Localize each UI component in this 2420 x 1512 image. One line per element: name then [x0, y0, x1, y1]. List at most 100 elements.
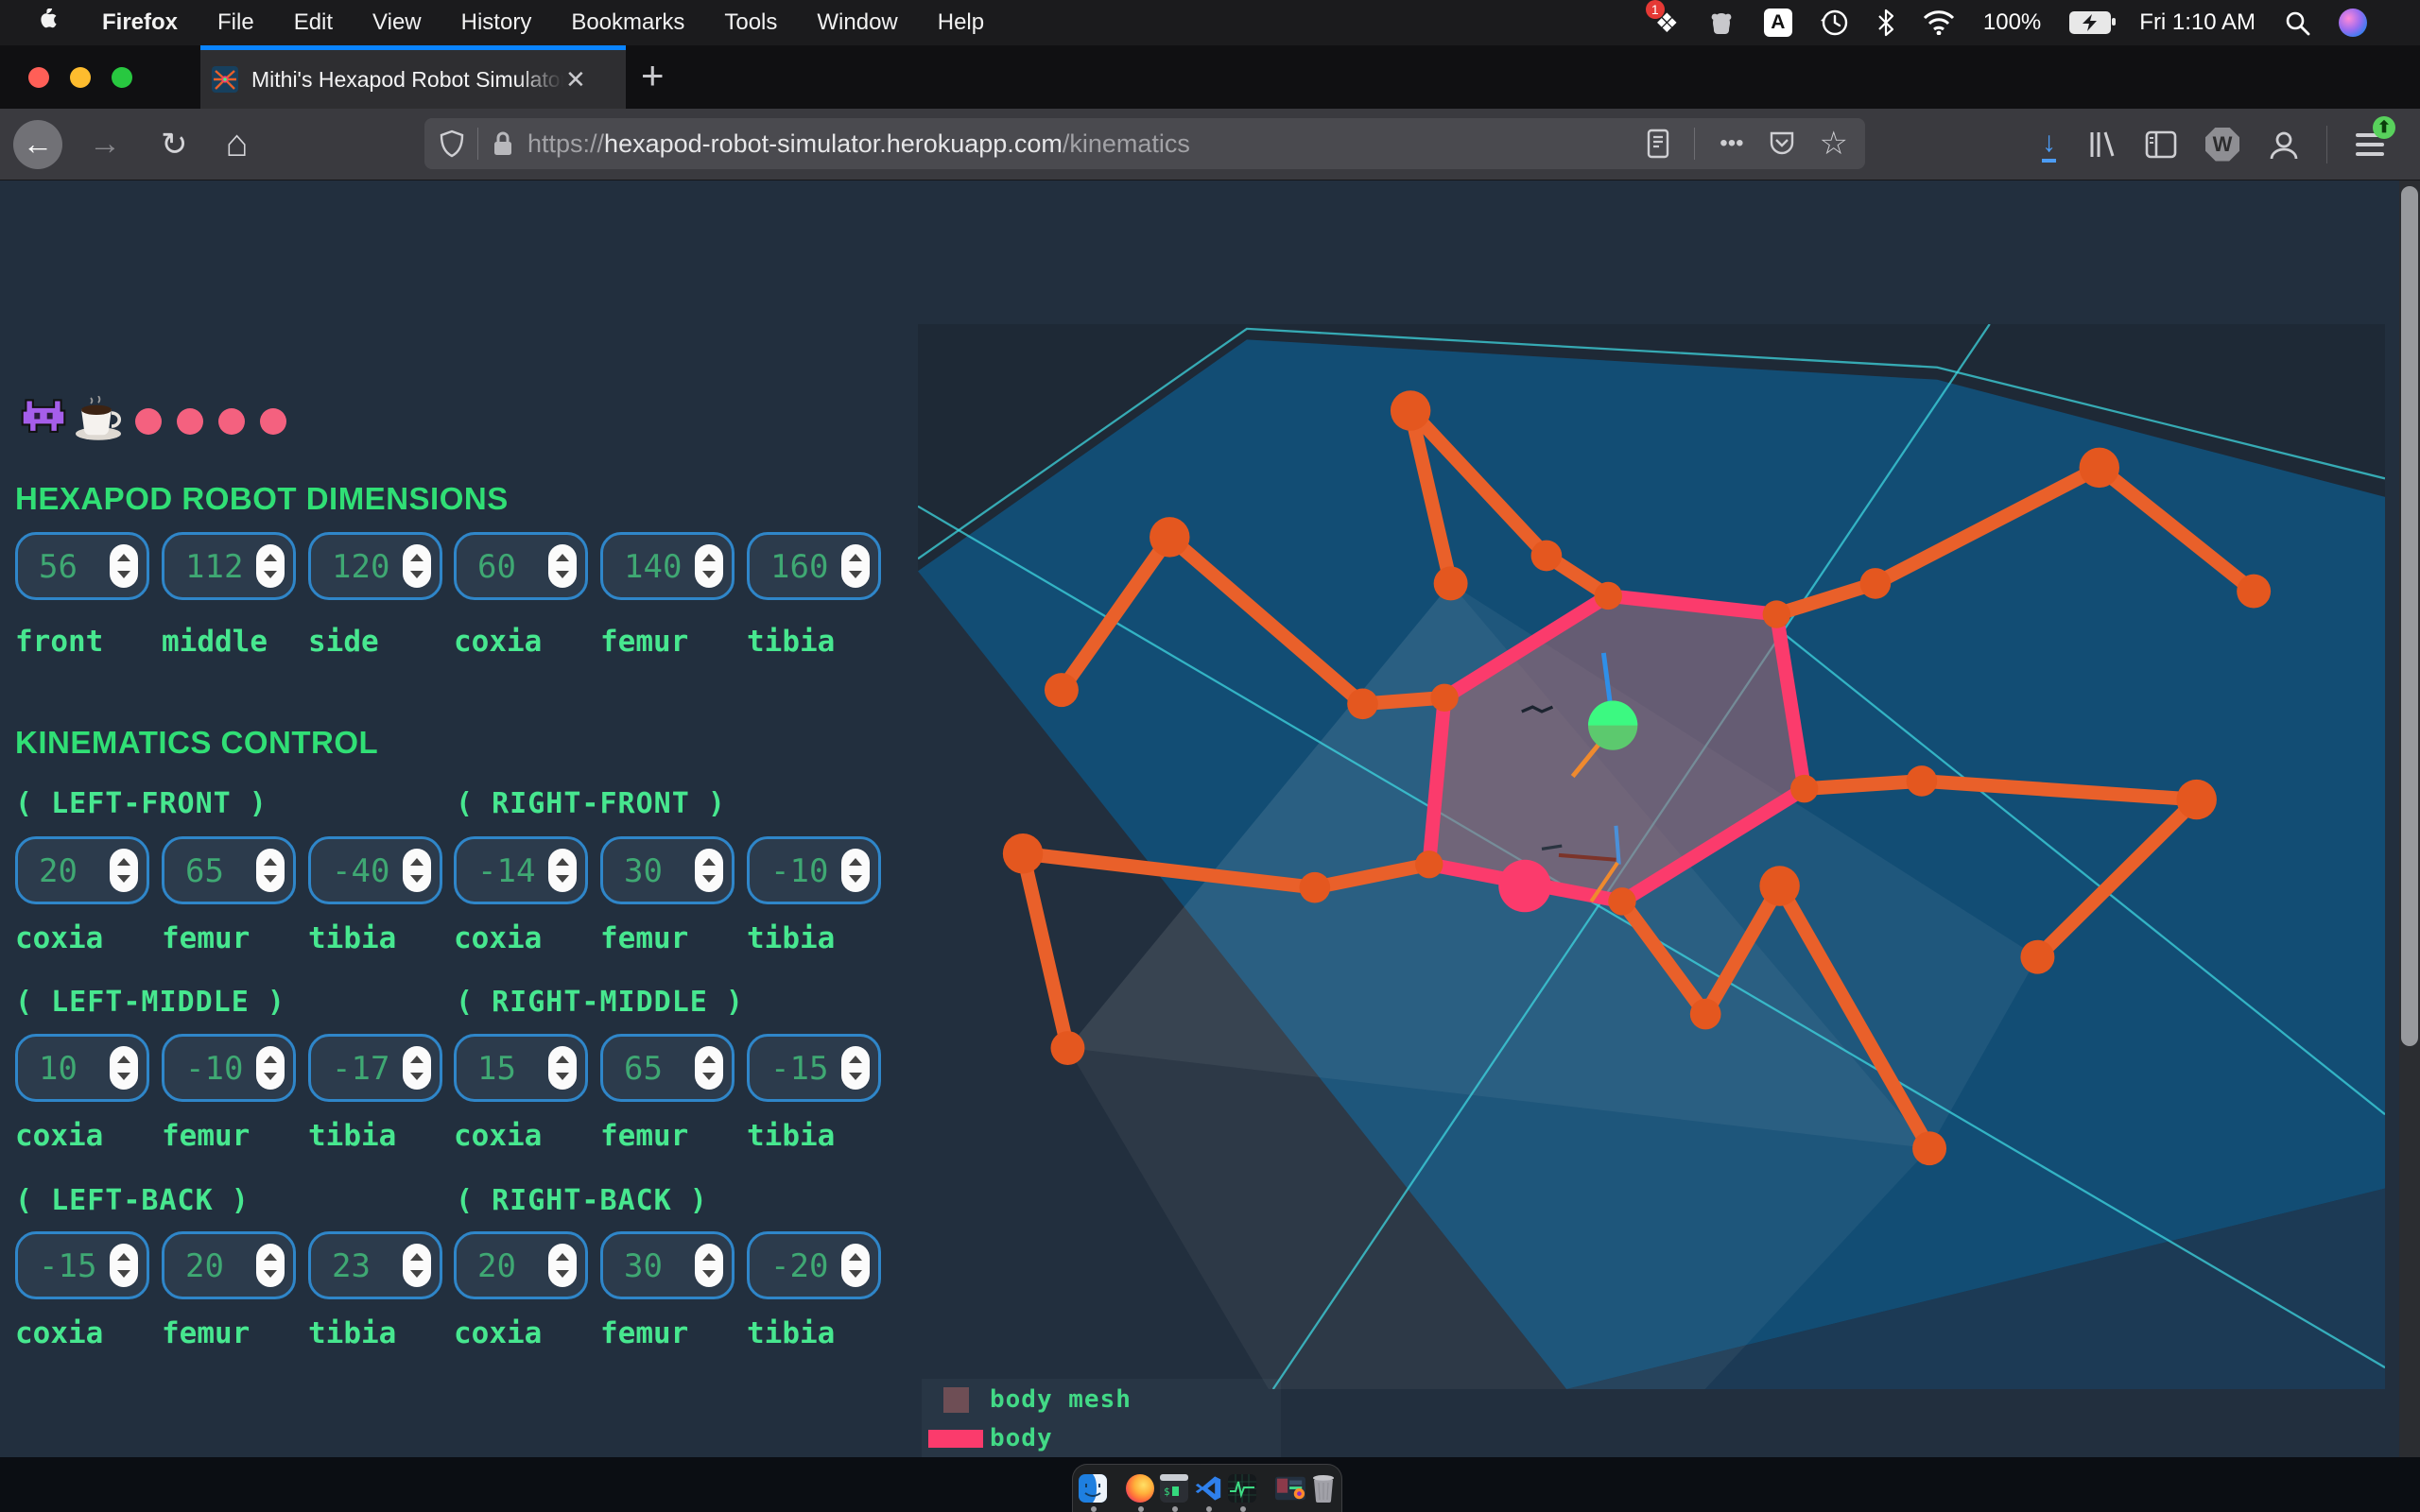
input-middle[interactable]: 112	[162, 532, 296, 600]
stepper[interactable]	[841, 1046, 870, 1090]
input-rf-coxia[interactable]: -14	[454, 836, 588, 904]
url-text[interactable]: https://hexapod-robot-simulator.herokuap…	[527, 129, 1190, 159]
stepper[interactable]	[695, 849, 723, 892]
dock-vscode-icon[interactable]	[1194, 1473, 1222, 1503]
dock-finder-icon[interactable]	[1079, 1473, 1107, 1503]
url-bar[interactable]: https://hexapod-robot-simulator.herokuap…	[424, 118, 1865, 169]
bluetooth-icon[interactable]	[1877, 9, 1894, 37]
menu-item-help[interactable]: Help	[938, 9, 984, 36]
dock-minimized-window-thumbnail[interactable]	[1275, 1473, 1305, 1503]
stepper[interactable]	[110, 544, 138, 588]
library-icon[interactable]	[2084, 129, 2117, 161]
stepper[interactable]	[548, 1046, 577, 1090]
nav-dot-3[interactable]	[218, 408, 245, 435]
input-rf-tibia[interactable]: -10	[747, 836, 881, 904]
dropbox-icon[interactable]: ❖ 1	[1655, 8, 1679, 39]
wikipedia-extension-icon[interactable]: W	[2205, 128, 2239, 162]
input-lb-coxia[interactable]: -15	[15, 1231, 149, 1299]
input-tibia-dim[interactable]: 160	[747, 532, 881, 600]
input-lm-femur[interactable]: -10	[162, 1034, 296, 1102]
paw-app-icon[interactable]	[1707, 9, 1736, 36]
input-rb-tibia[interactable]: -20	[747, 1231, 881, 1299]
page-actions-icon[interactable]: •••	[1720, 130, 1743, 157]
stepper[interactable]	[548, 849, 577, 892]
window-minimize-button[interactable]	[70, 67, 91, 88]
stepper[interactable]	[403, 849, 431, 892]
apple-menu-icon[interactable]	[40, 9, 64, 37]
menu-bar-clock[interactable]: Fri 1:10 AM	[2139, 9, 2256, 36]
input-lb-femur[interactable]: 20	[162, 1231, 296, 1299]
menu-item-bookmarks[interactable]: Bookmarks	[571, 9, 684, 36]
stepper[interactable]	[256, 1244, 285, 1287]
stepper[interactable]	[403, 544, 431, 588]
stepper[interactable]	[110, 1244, 138, 1287]
scrollbar-thumb[interactable]	[2401, 186, 2418, 1046]
app-menu-hamburger-icon[interactable]: ⬆	[2356, 128, 2384, 162]
dock-activity-monitor-icon[interactable]	[1228, 1473, 1256, 1503]
stepper[interactable]	[695, 1046, 723, 1090]
input-side[interactable]: 120	[308, 532, 442, 600]
stepper[interactable]	[256, 849, 285, 892]
stepper[interactable]	[256, 544, 285, 588]
downloads-icon[interactable]: ↓	[2042, 127, 2056, 163]
forward-button[interactable]: →	[89, 126, 121, 163]
input-rm-tibia[interactable]: -15	[747, 1034, 881, 1102]
input-rb-coxia[interactable]: 20	[454, 1231, 588, 1299]
tab-close-icon[interactable]: ✕	[565, 65, 586, 94]
input-front[interactable]: 56	[15, 532, 149, 600]
sidebar-toggle-icon[interactable]	[2145, 130, 2177, 159]
stepper[interactable]	[841, 1244, 870, 1287]
input-lf-femur[interactable]: 65	[162, 836, 296, 904]
stepper[interactable]	[695, 544, 723, 588]
stepper[interactable]	[110, 849, 138, 892]
window-close-button[interactable]	[28, 67, 49, 88]
legend-item-body-mesh[interactable]: body mesh	[922, 1382, 1281, 1418]
account-icon[interactable]	[2268, 129, 2300, 161]
legend-item-body[interactable]: body	[922, 1420, 1281, 1456]
stepper[interactable]	[403, 1244, 431, 1287]
nav-dot-2[interactable]	[177, 408, 203, 435]
input-rb-femur[interactable]: 30	[600, 1231, 735, 1299]
menu-item-firefox[interactable]: Firefox	[102, 9, 178, 36]
nav-dot-1[interactable]	[135, 408, 162, 435]
stepper[interactable]	[110, 1046, 138, 1090]
menu-item-edit[interactable]: Edit	[294, 9, 333, 36]
stepper[interactable]	[548, 544, 577, 588]
menu-item-view[interactable]: View	[372, 9, 422, 36]
stepper[interactable]	[841, 544, 870, 588]
wifi-icon[interactable]	[1923, 10, 1955, 35]
home-button[interactable]: ⌂	[226, 123, 249, 165]
input-lm-coxia[interactable]: 10	[15, 1034, 149, 1102]
menu-item-tools[interactable]: Tools	[724, 9, 777, 36]
menu-item-file[interactable]: File	[217, 9, 254, 36]
time-machine-icon[interactable]	[1821, 9, 1849, 37]
dock-terminal-icon[interactable]: $	[1160, 1473, 1188, 1503]
stepper[interactable]	[548, 1244, 577, 1287]
input-lf-tibia[interactable]: -40	[308, 836, 442, 904]
tab-hexapod-simulator[interactable]: Mithi's Hexapod Robot Simulator ✕	[200, 45, 626, 109]
input-rm-femur[interactable]: 65	[600, 1034, 735, 1102]
dock-trash-icon[interactable]	[1311, 1473, 1336, 1503]
bookmark-star-icon[interactable]: ☆	[1820, 125, 1848, 163]
siri-icon[interactable]	[2339, 9, 2367, 37]
input-lm-tibia[interactable]: -17	[308, 1034, 442, 1102]
spotlight-icon[interactable]	[2284, 9, 2310, 36]
input-coxia-dim[interactable]: 60	[454, 532, 588, 600]
lock-icon[interactable]	[492, 129, 514, 158]
stepper[interactable]	[403, 1046, 431, 1090]
back-button[interactable]: ←	[13, 120, 62, 169]
pocket-icon[interactable]	[1769, 129, 1795, 158]
stepper[interactable]	[256, 1046, 285, 1090]
window-zoom-button[interactable]	[112, 67, 132, 88]
menu-item-window[interactable]: Window	[817, 9, 897, 36]
reader-mode-icon[interactable]	[1647, 129, 1669, 159]
nav-dot-4[interactable]	[260, 408, 286, 435]
hexapod-3d-plot[interactable]	[918, 324, 2385, 1389]
input-rf-femur[interactable]: 30	[600, 836, 735, 904]
input-lf-coxia[interactable]: 20	[15, 836, 149, 904]
stepper[interactable]	[841, 849, 870, 892]
tracking-shield-icon[interactable]	[440, 129, 464, 158]
input-source-icon[interactable]: A	[1764, 9, 1792, 37]
page-scrollbar[interactable]	[2399, 180, 2420, 1457]
input-femur-dim[interactable]: 140	[600, 532, 735, 600]
